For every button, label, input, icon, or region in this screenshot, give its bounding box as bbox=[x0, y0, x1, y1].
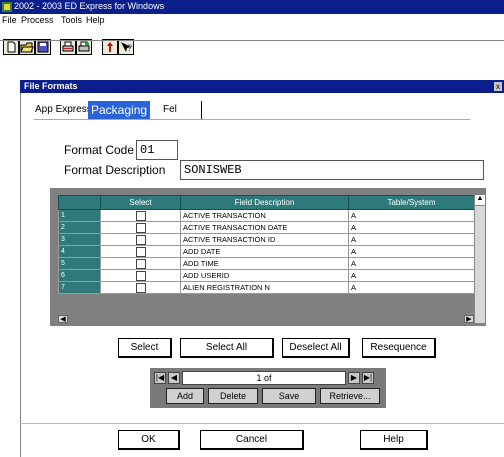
select-cell bbox=[100, 221, 181, 234]
table-system-cell: A bbox=[348, 269, 475, 282]
toolbar-divider bbox=[0, 40, 504, 41]
tab-separator bbox=[201, 101, 202, 119]
row-number: 2 bbox=[58, 221, 101, 234]
first-record-icon[interactable]: |◀ bbox=[154, 372, 166, 384]
format-code-field[interactable]: 01 bbox=[136, 140, 178, 160]
scroll-left-arrow-icon[interactable]: ◀ bbox=[58, 315, 68, 323]
select-checkbox[interactable] bbox=[135, 270, 146, 281]
field-description-cell: ADD TIME bbox=[180, 257, 349, 270]
row-number: 5 bbox=[58, 257, 101, 270]
previous-record-icon[interactable]: ◀ bbox=[168, 372, 180, 384]
add-button[interactable]: Add bbox=[166, 388, 204, 404]
table-system-cell: A bbox=[348, 233, 475, 246]
grid-header-row: Select Field Description Table/System bbox=[58, 195, 475, 210]
grid-header-number bbox=[58, 195, 101, 210]
field-description-cell: ACTIVE TRANSACTION bbox=[180, 209, 349, 222]
row-number: 7 bbox=[58, 281, 101, 294]
table-system-cell: A bbox=[348, 257, 475, 270]
save-icon[interactable] bbox=[35, 39, 51, 55]
select-checkbox[interactable] bbox=[135, 282, 146, 293]
select-checkbox[interactable] bbox=[135, 234, 146, 245]
tab-packaging[interactable]: Packaging bbox=[88, 101, 151, 119]
select-cell bbox=[100, 233, 181, 246]
select-checkbox[interactable] bbox=[135, 258, 146, 269]
select-cell bbox=[100, 281, 181, 294]
table-row[interactable]: 5 ADD TIME A bbox=[58, 257, 475, 270]
tab-app-express[interactable]: App Express bbox=[32, 101, 95, 119]
field-description-cell: ACTIVE TRANSACTION DATE bbox=[180, 221, 349, 234]
help-icon[interactable] bbox=[102, 39, 118, 55]
footer-divider bbox=[20, 423, 504, 424]
tab-underline bbox=[34, 119, 470, 120]
last-record-icon[interactable]: ▶| bbox=[362, 372, 374, 384]
toolbar: ? bbox=[0, 30, 504, 58]
table-system-cell: A bbox=[348, 209, 475, 222]
scroll-right-arrow-icon[interactable]: ▶ bbox=[464, 315, 474, 323]
print-icon[interactable] bbox=[60, 39, 76, 55]
table-system-cell: A bbox=[348, 221, 475, 234]
cancel-button[interactable]: Cancel bbox=[200, 430, 304, 450]
record-position: 1 of bbox=[182, 371, 346, 385]
row-number: 6 bbox=[58, 269, 101, 282]
menu-help[interactable]: Help bbox=[86, 15, 105, 25]
table-row[interactable]: 1 ACTIVE TRANSACTION A bbox=[58, 209, 475, 222]
select-checkbox[interactable] bbox=[135, 246, 146, 257]
window-title: File Formats bbox=[24, 81, 78, 91]
tab-fel[interactable]: Fel bbox=[160, 101, 180, 119]
new-icon[interactable] bbox=[3, 39, 19, 55]
app-title: 2002 - 2003 ED Express for Windows bbox=[14, 1, 165, 11]
ok-button[interactable]: OK bbox=[118, 430, 180, 450]
delete-button[interactable]: Delete bbox=[208, 388, 258, 404]
resequence-button[interactable]: Resequence bbox=[362, 338, 436, 358]
whats-this-icon[interactable]: ? bbox=[118, 39, 134, 55]
app-icon bbox=[2, 2, 12, 12]
select-cell bbox=[100, 269, 181, 282]
row-number: 3 bbox=[58, 233, 101, 246]
table-row[interactable]: 2 ACTIVE TRANSACTION DATE A bbox=[58, 221, 475, 234]
menu-bar: File Process Tools Help bbox=[0, 14, 504, 29]
table-row[interactable]: 3 ACTIVE TRANSACTION ID A bbox=[58, 233, 475, 246]
field-description-cell: ALIEN REGISTRATION N bbox=[180, 281, 349, 294]
help-button[interactable]: Help bbox=[360, 430, 428, 450]
next-record-icon[interactable]: ▶ bbox=[348, 372, 360, 384]
select-checkbox[interactable] bbox=[135, 210, 146, 221]
format-description-field[interactable]: SONISWEB bbox=[180, 160, 484, 180]
field-description-cell: ADD USERID bbox=[180, 269, 349, 282]
grid-header-field-description: Field Description bbox=[180, 195, 349, 210]
scroll-up-arrow-icon[interactable]: ▲ bbox=[475, 195, 485, 206]
select-checkbox[interactable] bbox=[135, 222, 146, 233]
app-title-bar: 2002 - 2003 ED Express for Windows bbox=[0, 0, 504, 14]
format-code-label: Format Code bbox=[64, 143, 135, 157]
svg-text:?: ? bbox=[127, 43, 132, 53]
field-grid: Select Field Description Table/System 1 A… bbox=[58, 195, 475, 294]
row-number: 1 bbox=[58, 209, 101, 222]
open-icon[interactable] bbox=[19, 39, 35, 55]
select-button[interactable]: Select bbox=[118, 338, 172, 358]
grid-header-select: Select bbox=[100, 195, 181, 210]
close-icon[interactable]: x bbox=[494, 82, 502, 91]
select-cell bbox=[100, 257, 181, 270]
select-cell bbox=[100, 245, 181, 258]
retrieve-button[interactable]: Retrieve... bbox=[320, 388, 380, 404]
table-system-cell: A bbox=[348, 245, 475, 258]
save-button[interactable]: Save bbox=[262, 388, 316, 404]
menu-file[interactable]: File bbox=[2, 15, 17, 25]
menu-tools[interactable]: Tools bbox=[61, 15, 82, 25]
format-description-label: Format Description bbox=[64, 163, 166, 177]
print-setup-icon[interactable] bbox=[76, 39, 92, 55]
table-system-cell: A bbox=[348, 281, 475, 294]
select-cell bbox=[100, 209, 181, 222]
field-description-cell: ADD DATE bbox=[180, 245, 349, 258]
field-description-cell: ACTIVE TRANSACTION ID bbox=[180, 233, 349, 246]
table-row[interactable]: 4 ADD DATE A bbox=[58, 245, 475, 258]
menu-process[interactable]: Process bbox=[21, 15, 54, 25]
select-all-button[interactable]: Select All bbox=[180, 338, 274, 358]
table-row[interactable]: 6 ADD USERID A bbox=[58, 269, 475, 282]
window-title-bar: File Formats x bbox=[20, 80, 504, 93]
grid-header-table-system: Table/System bbox=[348, 195, 475, 210]
row-number: 4 bbox=[58, 245, 101, 258]
deselect-all-button[interactable]: Deselect All bbox=[282, 338, 350, 358]
table-row[interactable]: 7 ALIEN REGISTRATION NA bbox=[58, 281, 475, 294]
vertical-scrollbar[interactable]: ▲ bbox=[474, 195, 485, 323]
